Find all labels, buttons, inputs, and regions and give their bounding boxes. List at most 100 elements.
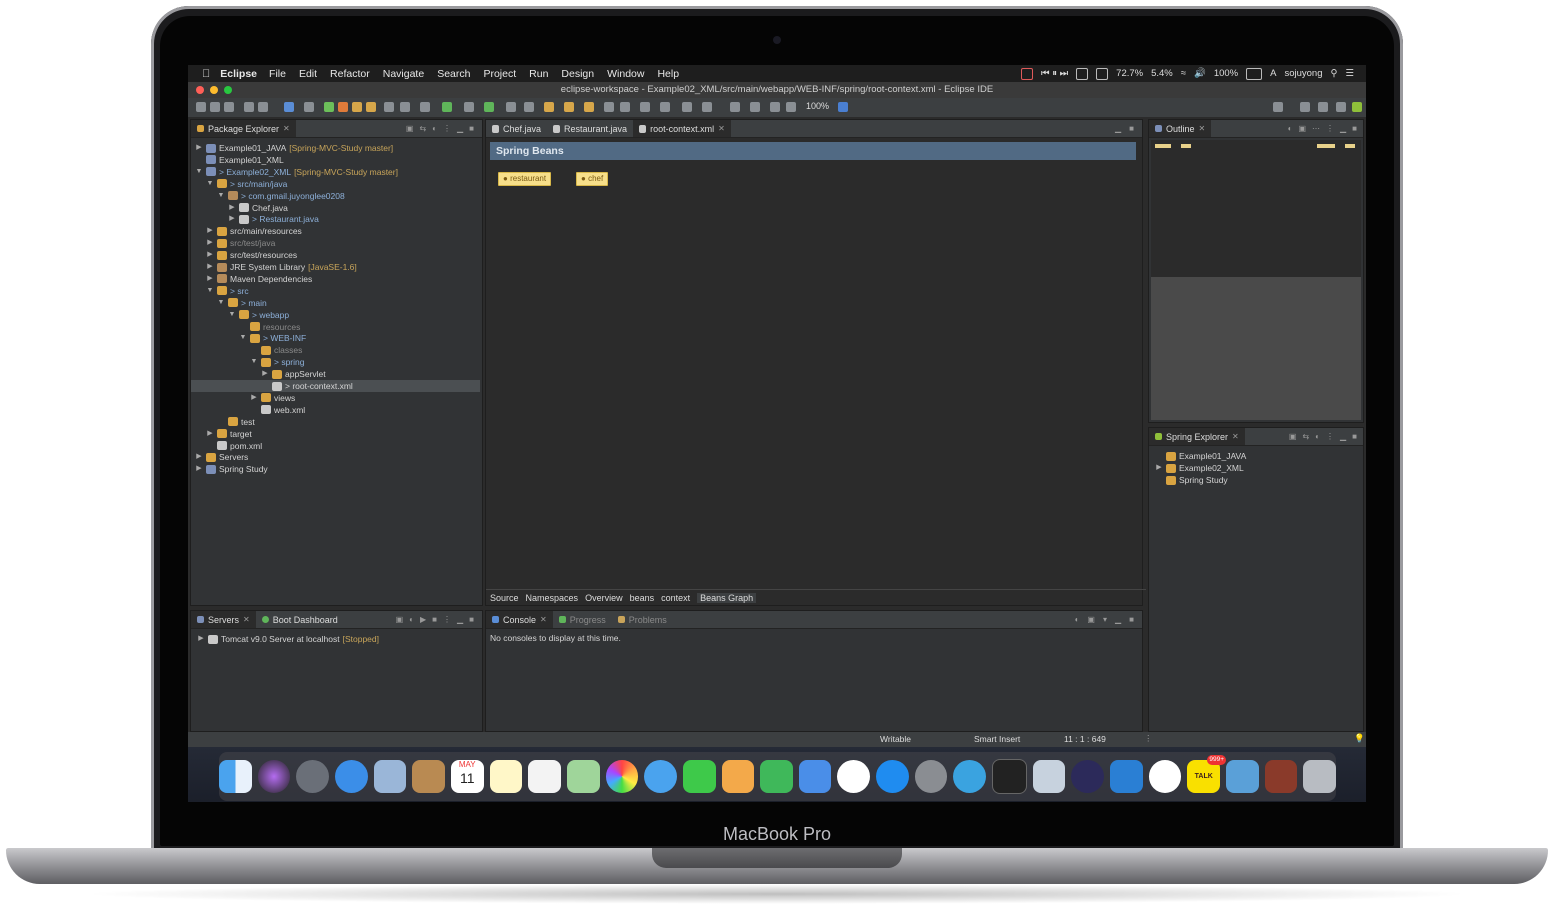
contacts-icon[interactable] [412,760,445,793]
tree-item[interactable]: ▼ > main [217,297,267,309]
tab-chef-java[interactable]: Chef.java [486,124,547,134]
expand-arrow[interactable]: ▶ [195,451,203,463]
launchpad-icon[interactable] [296,760,329,793]
tree-item[interactable]: ▶ Example01_JAVA [Spring-MVC-Study master] [195,142,393,154]
expand-arrow[interactable]: ▶ [206,273,214,285]
minimize-icon[interactable]: ▁ [457,615,463,624]
tree-item[interactable]: ▶ target [206,428,251,440]
apple-icon[interactable]:  [202,68,210,80]
coverage-icon[interactable] [400,102,410,112]
tab-root-context-xml[interactable]: root-context.xml ✕ [633,120,731,137]
back-icon[interactable] [682,102,692,112]
tree-item[interactable]: pom.xml [206,440,262,452]
close-icon[interactable]: ✕ [283,124,290,133]
collapse-all-icon[interactable]: ▣ [396,615,404,624]
tree-item[interactable]: ▶ > Restaurant.java [228,213,319,225]
eclipse-icon[interactable] [1071,760,1105,793]
folder-icon[interactable] [1264,760,1298,793]
terminal-icon[interactable] [992,759,1027,794]
tree-item[interactable]: ▼ > Example02_XML [Spring-MVC-Study master… [195,166,398,178]
tab-beans[interactable]: beans [630,593,655,603]
maximize-icon[interactable]: ■ [1129,124,1134,133]
tree-item[interactable]: ▼ > spring [250,356,305,368]
filter-icon[interactable]: ⋯ [1312,124,1320,133]
media-controls-icon[interactable]: ⏮ ⏸ ⏭ [1041,68,1068,79]
battery-level[interactable]: 100% [1214,68,1238,79]
spring-tool-icon[interactable] [352,102,362,112]
expand-arrow[interactable]: ▶ [228,213,236,225]
properties-icon[interactable] [244,102,254,112]
grid-icon[interactable] [770,102,780,112]
tree-item[interactable]: ▼ > webapp [228,309,290,321]
open-task-icon[interactable] [564,102,574,112]
tab-beans-graph[interactable]: Beans Graph [697,592,757,603]
tree-item[interactable]: ▶ Maven Dependencies [206,273,312,285]
zoom-window-button[interactable] [224,86,232,94]
tab-namespaces[interactable]: Namespaces [526,593,579,603]
save-all-icon[interactable] [224,102,234,112]
spring-relaunch-icon[interactable] [338,102,348,112]
view-menu-icon[interactable]: ⋮ [443,124,451,133]
close-icon[interactable]: ✕ [243,615,250,624]
tree-item[interactable]: > root-context.xml [191,380,480,392]
collapse-all-icon[interactable]: ▣ [406,124,414,133]
cloud-icon[interactable] [1096,67,1109,80]
zoom-dropdown-icon[interactable] [838,102,848,112]
minimize-icon[interactable]: ▁ [1340,124,1346,133]
input-source-icon[interactable]: A [1270,68,1276,79]
tree-item[interactable]: ▼ > src [206,285,249,297]
record-icon[interactable] [1021,67,1034,80]
tab-context[interactable]: context [661,593,690,603]
tab-overview[interactable]: Overview [585,593,623,603]
tree-item[interactable]: resources [239,321,300,333]
collapse-all-icon[interactable]: ▣ [1289,432,1297,441]
minimize-icon[interactable]: ▁ [457,124,463,133]
expand-arrow[interactable]: ▼ [228,309,236,321]
pin-console-icon[interactable]: ◐ [1075,615,1080,624]
tree-item[interactable]: Example01_JAVA [1155,450,1246,462]
open-console-icon[interactable]: ▾ [1103,615,1107,624]
menu-project[interactable]: Project [483,68,516,80]
expand-arrow[interactable]: ▶ [228,202,236,214]
system-preferences-icon[interactable] [914,760,948,793]
minimize-icon[interactable]: ▁ [1115,124,1121,133]
run-spring-icon[interactable] [324,102,334,112]
sort-icon[interactable]: ◐ [1288,124,1293,133]
java-perspective-icon[interactable] [1318,102,1328,112]
close-window-button[interactable] [196,86,204,94]
tab-progress[interactable]: Progress [553,615,612,625]
start-server-icon[interactable]: ▶ [420,615,426,624]
previous-annotation-icon[interactable] [660,102,670,112]
spring-perspective-icon[interactable] [1352,102,1362,112]
forward-icon[interactable] [702,102,712,112]
server-item[interactable]: ▶ Tomcat v9.0 Server at localhost [Stopp… [197,633,379,645]
open-perspective-icon[interactable] [1300,102,1310,112]
memory-usage[interactable]: 5.4% [1151,68,1173,79]
facetime-icon[interactable] [682,760,716,793]
tab-outline[interactable]: Outline ✕ [1149,120,1212,137]
maximize-icon[interactable]: ■ [1352,124,1357,133]
expand-arrow[interactable]: ▶ [206,261,214,273]
external-tools-icon[interactable] [384,102,394,112]
layout-icon[interactable] [786,102,796,112]
tab-spring-explorer[interactable]: Spring Explorer ✕ [1149,428,1245,445]
open-type-icon[interactable] [544,102,554,112]
expand-arrow[interactable]: ▼ [239,332,247,344]
link-with-editor-icon[interactable]: ⇆ [1302,432,1309,441]
telegram-status-icon[interactable] [1076,67,1089,80]
tree-item[interactable]: ▼ > WEB-INF [239,332,307,344]
maximize-icon[interactable]: ■ [469,124,474,133]
toggle-breadcrumb-icon[interactable] [620,102,630,112]
line-icon[interactable] [1148,760,1182,793]
outline-preview[interactable] [1151,140,1361,277]
tree-item[interactable]: ▶ appServlet [261,368,325,380]
tab-boot-dashboard[interactable]: Boot Dashboard [256,615,344,625]
bean-chef[interactable]: ● chef [576,172,609,186]
battery-icon[interactable] [1246,67,1263,80]
pin-editor-icon[interactable] [730,102,740,112]
cpu-usage[interactable]: 72.7% [1116,68,1143,79]
app-menu[interactable]: Eclipse [220,68,257,80]
spotlight-icon[interactable]: ⚲ [1331,68,1338,79]
pages-icon[interactable] [721,760,755,793]
expand-arrow[interactable]: ▶ [206,225,214,237]
